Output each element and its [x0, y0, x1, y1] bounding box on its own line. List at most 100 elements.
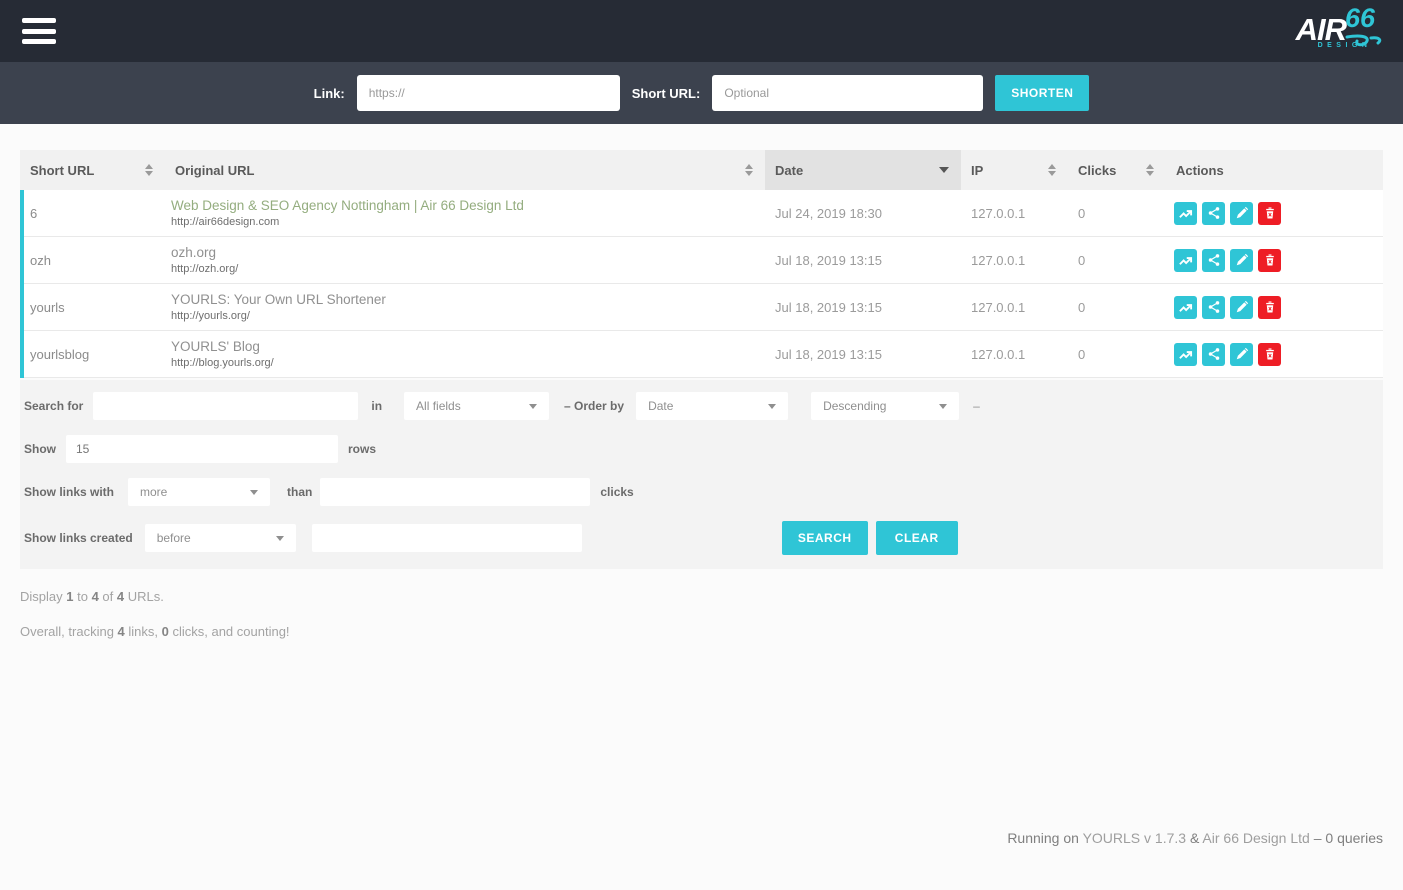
stats-icon[interactable] — [1174, 343, 1197, 366]
menu-icon[interactable] — [22, 18, 56, 44]
menu-bar — [22, 39, 56, 44]
trailing-dash: – — [973, 399, 980, 413]
short-url-cell: yourlsblog — [24, 347, 165, 362]
share-icon[interactable] — [1202, 296, 1225, 319]
ip-cell: 127.0.0.1 — [961, 206, 1068, 221]
top-bar: AIR 66 DESIGN — [0, 0, 1403, 62]
search-input[interactable] — [93, 392, 358, 420]
shorten-button[interactable]: SHORTEN — [995, 75, 1089, 111]
filter-row-created: Show links created before SEARCH CLEAR — [24, 521, 1379, 555]
column-header-short-url[interactable]: Short URL — [20, 150, 165, 190]
link-input[interactable] — [357, 75, 620, 111]
yourls-version-link[interactable]: YOURLS v 1.7.3 — [1083, 830, 1187, 846]
short-url-cell: 6 — [24, 206, 165, 221]
logo-66-text: 66 — [1345, 5, 1375, 32]
short-url-cell: yourls — [24, 300, 165, 315]
share-icon[interactable] — [1202, 343, 1225, 366]
stats-icon[interactable] — [1174, 296, 1197, 319]
column-label: Date — [775, 163, 803, 178]
filter-row-clicks: Show links with more than clicks — [24, 478, 1379, 506]
link-title[interactable]: YOURLS' Blog — [171, 339, 765, 354]
logo-swoosh-icon — [1345, 34, 1383, 50]
column-label: Short URL — [30, 163, 94, 178]
original-url-cell: ozh.org http://ozh.org/ — [165, 245, 765, 275]
edit-icon[interactable] — [1230, 202, 1253, 225]
air66-link[interactable]: Air 66 Design Ltd — [1202, 830, 1309, 846]
column-header-date[interactable]: Date — [765, 150, 961, 190]
footer: Running on YOURLS v 1.7.3 & Air 66 Desig… — [1007, 830, 1383, 846]
edit-icon[interactable] — [1230, 296, 1253, 319]
link-href[interactable]: http://air66design.com — [171, 216, 765, 228]
link-label: Link: — [314, 86, 345, 101]
selected-value: All fields — [416, 399, 461, 413]
column-label: Original URL — [175, 163, 254, 178]
selected-value: more — [140, 485, 167, 499]
date-cell: Jul 18, 2019 13:15 — [765, 253, 961, 268]
stats-section: Display 1 to 4 of 4 URLs. Overall, track… — [20, 589, 1383, 639]
clicks-cell: 0 — [1068, 253, 1166, 268]
created-operator-select[interactable]: before — [145, 524, 296, 552]
link-href[interactable]: http://ozh.org/ — [171, 263, 765, 275]
stats-icon[interactable] — [1174, 202, 1197, 225]
share-icon[interactable] — [1202, 249, 1225, 272]
column-header-ip[interactable]: IP — [961, 150, 1068, 190]
link-title[interactable]: Web Design & SEO Agency Nottingham | Air… — [171, 198, 765, 213]
clicks-threshold-input[interactable] — [320, 478, 590, 506]
column-label: Actions — [1176, 163, 1224, 178]
table-row: yourls YOURLS: Your Own URL Shortener ht… — [24, 284, 1383, 331]
edit-icon[interactable] — [1230, 249, 1253, 272]
edit-icon[interactable] — [1230, 343, 1253, 366]
rows-count-input[interactable] — [66, 435, 338, 463]
actions-cell — [1166, 249, 1383, 272]
show-links-with-label: Show links with — [24, 485, 114, 499]
search-button[interactable]: SEARCH — [782, 521, 868, 555]
delete-icon[interactable] — [1258, 343, 1281, 366]
ip-cell: 127.0.0.1 — [961, 300, 1068, 315]
clear-button[interactable]: CLEAR — [876, 521, 958, 555]
clicks-cell: 0 — [1068, 206, 1166, 221]
sort-icon — [1048, 164, 1056, 176]
short-url-label: Short URL: — [632, 86, 701, 101]
display-count-line: Display 1 to 4 of 4 URLs. — [20, 589, 1383, 604]
short-url-input[interactable] — [712, 75, 983, 111]
order-by-select[interactable]: Date — [636, 392, 788, 420]
date-cell: Jul 18, 2019 13:15 — [765, 300, 961, 315]
original-url-cell: Web Design & SEO Agency Nottingham | Air… — [165, 198, 765, 228]
table-row: ozh ozh.org http://ozh.org/ Jul 18, 2019… — [24, 237, 1383, 284]
share-icon[interactable] — [1202, 202, 1225, 225]
sort-icon — [745, 164, 753, 176]
link-href[interactable]: http://yourls.org/ — [171, 310, 765, 322]
column-header-actions: Actions — [1166, 150, 1383, 190]
column-header-clicks[interactable]: Clicks — [1068, 150, 1166, 190]
ip-cell: 127.0.0.1 — [961, 253, 1068, 268]
link-title[interactable]: YOURLS: Your Own URL Shortener — [171, 292, 765, 307]
overall-tracking-line: Overall, tracking 4 links, 0 clicks, and… — [20, 624, 1383, 639]
actions-cell — [1166, 343, 1383, 366]
show-label: Show — [24, 442, 56, 456]
footer-text: – 0 queries — [1310, 830, 1383, 846]
footer-text: & — [1186, 830, 1202, 846]
delete-icon[interactable] — [1258, 296, 1281, 319]
created-date-input[interactable] — [312, 524, 582, 552]
chevron-down-icon — [529, 404, 537, 409]
table-header-row: Short URL Original URL Date IP Clicks Ac… — [20, 150, 1383, 190]
original-url-cell: YOURLS: Your Own URL Shortener http://yo… — [165, 292, 765, 322]
search-for-label: Search for — [24, 399, 83, 413]
delete-icon[interactable] — [1258, 249, 1281, 272]
date-cell: Jul 18, 2019 13:15 — [765, 347, 961, 362]
order-direction-select[interactable]: Descending — [811, 392, 959, 420]
column-header-original-url[interactable]: Original URL — [165, 150, 765, 190]
link-title[interactable]: ozh.org — [171, 245, 765, 260]
link-href[interactable]: http://blog.yourls.org/ — [171, 357, 765, 369]
short-url-cell: ozh — [24, 253, 165, 268]
table-body: 6 Web Design & SEO Agency Nottingham | A… — [20, 190, 1383, 378]
actions-cell — [1166, 202, 1383, 225]
logo-air-text: AIR — [1296, 14, 1346, 45]
search-field-select[interactable]: All fields — [404, 392, 549, 420]
sort-icon — [145, 164, 153, 176]
stats-icon[interactable] — [1174, 249, 1197, 272]
delete-icon[interactable] — [1258, 202, 1281, 225]
clicks-operator-select[interactable]: more — [128, 478, 270, 506]
sort-desc-icon — [939, 167, 949, 173]
footer-text: Running on — [1007, 830, 1082, 846]
